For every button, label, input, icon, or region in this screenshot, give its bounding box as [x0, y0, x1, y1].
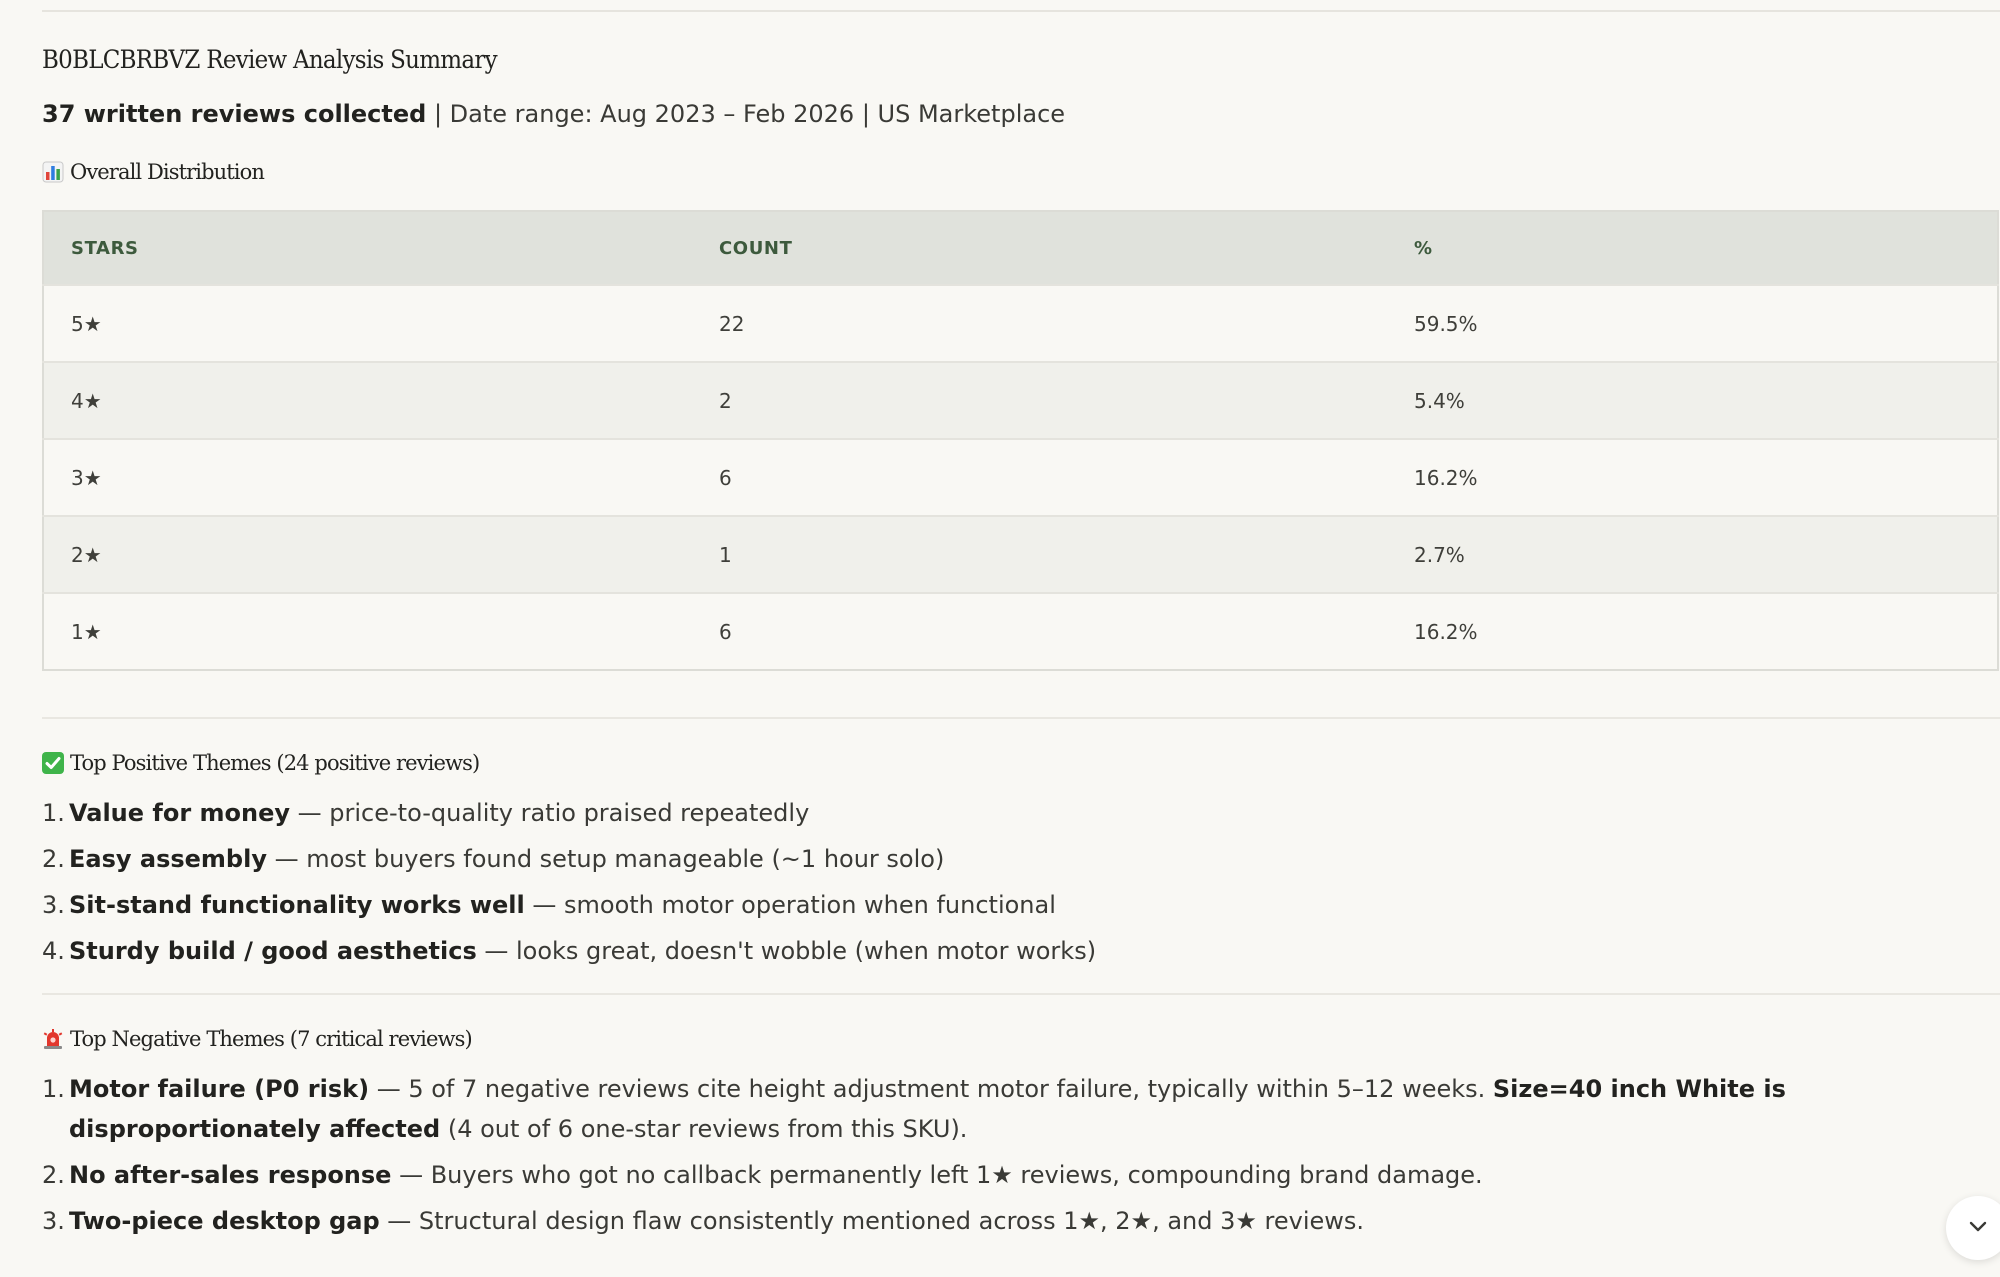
- percent-cell: 16.2%: [1387, 592, 1998, 670]
- percent-cell: 2.7%: [1387, 515, 1998, 593]
- theme-title: Motor failure (P0 risk): [69, 1075, 370, 1103]
- theme-description: — 5 of 7 negative reviews cite height ad…: [369, 1075, 1493, 1103]
- report-summary: 37 written reviews collected | Date rang…: [42, 98, 1997, 134]
- stars-cell: 3★: [43, 438, 692, 516]
- theme-description: — most buyers found setup manageable (~1…: [266, 845, 945, 873]
- list-number: 2.: [42, 1161, 65, 1189]
- scroll-down-button[interactable]: [1946, 1196, 2000, 1260]
- table-row: 3★ 6 16.2%: [43, 438, 1998, 516]
- list-number: 4.: [42, 937, 65, 965]
- count-cell: 1: [692, 515, 1387, 593]
- bar-chart-icon: [42, 161, 64, 183]
- percent-cell: 5.4%: [1387, 361, 1998, 439]
- theme-description: — looks great, doesn't wobble (when moto…: [476, 937, 1097, 965]
- list-item-text: No after-sales response — Buyers who got…: [69, 1155, 1997, 1195]
- list-item: 2. No after-sales response — Buyers who …: [42, 1155, 1997, 1195]
- list-item: 4. Sturdy build / good aesthetics — look…: [42, 931, 1997, 971]
- siren-icon: [42, 1028, 64, 1050]
- distribution-table: STARS COUNT % 5★ 22 59.5% 4★ 2 5.4% 3★ 6…: [42, 210, 1999, 671]
- list-number: 3.: [42, 891, 65, 919]
- review-count-text: 37 written reviews collected: [42, 100, 427, 128]
- positive-themes-heading-label: Top Positive Themes (24 positive reviews…: [70, 751, 480, 775]
- theme-title: No after-sales response: [69, 1161, 392, 1189]
- table-header-row: STARS COUNT %: [43, 211, 1998, 285]
- list-item-text: Easy assembly — most buyers found setup …: [69, 839, 1997, 879]
- theme-title: Sit-stand functionality works well: [69, 891, 525, 919]
- section-divider: [42, 717, 2000, 719]
- theme-description: — Structural design flaw consistently me…: [379, 1207, 1365, 1235]
- stars-cell: 1★: [43, 592, 692, 670]
- list-item: 1. Motor failure (P0 risk) — 5 of 7 nega…: [42, 1069, 1997, 1149]
- chevron-down-icon: [1966, 1214, 1990, 1242]
- list-item-text: Sturdy build / good aesthetics — looks g…: [69, 931, 1997, 971]
- negative-themes-list: 1. Motor failure (P0 risk) — 5 of 7 nega…: [42, 1069, 1997, 1241]
- table-row: 5★ 22 59.5%: [43, 284, 1998, 362]
- distribution-heading-label: Overall Distribution: [70, 160, 265, 184]
- report-title: B0BLCBRBVZ Review Analysis Summary: [42, 45, 498, 74]
- percent-cell: 16.2%: [1387, 438, 1998, 516]
- percent-cell: 59.5%: [1387, 284, 1998, 362]
- count-cell: 6: [692, 438, 1387, 516]
- theme-title: Two-piece desktop gap: [69, 1207, 380, 1235]
- list-number: 1.: [42, 799, 65, 827]
- theme-title: Value for money: [69, 799, 291, 827]
- count-cell: 22: [692, 284, 1387, 362]
- theme-note: (4 out of 6 one-star reviews from this S…: [440, 1115, 968, 1143]
- column-header-stars: STARS: [71, 237, 139, 259]
- count-cell: 2: [692, 361, 1387, 439]
- list-item: 3. Sit-stand functionality works well — …: [42, 885, 1997, 925]
- stars-cell: 2★: [43, 515, 692, 593]
- top-divider: [42, 10, 2000, 12]
- list-item: 1. Value for money — price-to-quality ra…: [42, 793, 1997, 833]
- theme-title: Sturdy build / good aesthetics: [69, 937, 477, 965]
- summary-details: | Date range: Aug 2023 – Feb 2026 | US M…: [426, 100, 1066, 128]
- list-item-text: Two-piece desktop gap — Structural desig…: [69, 1201, 1997, 1241]
- list-number: 2.: [42, 845, 65, 873]
- list-number: 3.: [42, 1207, 65, 1235]
- column-header-percent: %: [1414, 237, 1433, 259]
- list-item-text: Sit-stand functionality works well — smo…: [69, 885, 1997, 925]
- table-row: 2★ 1 2.7%: [43, 515, 1998, 593]
- page: B0BLCBRBVZ Review Analysis Summary 37 wr…: [0, 0, 2000, 1277]
- negative-themes-heading: Top Negative Themes (7 critical reviews): [42, 1023, 1997, 1055]
- positive-themes-list: 1. Value for money — price-to-quality ra…: [42, 793, 1997, 971]
- table-row: 1★ 6 16.2%: [43, 592, 1998, 670]
- list-item: 3. Two-piece desktop gap — Structural de…: [42, 1201, 1997, 1241]
- report-content: B0BLCBRBVZ Review Analysis Summary 37 wr…: [42, 40, 2000, 1247]
- column-header-count: COUNT: [719, 237, 793, 259]
- list-item-text: Motor failure (P0 risk) — 5 of 7 negativ…: [69, 1069, 1997, 1149]
- list-item: 2. Easy assembly — most buyers found set…: [42, 839, 1997, 879]
- theme-title: Easy assembly: [69, 845, 267, 873]
- table-row: 4★ 2 5.4%: [43, 361, 1998, 439]
- theme-description: — smooth motor operation when functional: [524, 891, 1056, 919]
- stars-cell: 4★: [43, 361, 692, 439]
- check-mark-icon: [42, 752, 64, 774]
- section-divider: [42, 993, 2000, 995]
- list-item-text: Value for money — price-to-quality ratio…: [69, 793, 1997, 833]
- theme-description: — Buyers who got no callback permanently…: [391, 1161, 1483, 1189]
- theme-description: — price-to-quality ratio praised repeate…: [290, 799, 810, 827]
- negative-themes-heading-label: Top Negative Themes (7 critical reviews): [70, 1027, 473, 1051]
- stars-cell: 5★: [43, 284, 692, 362]
- distribution-heading: Overall Distribution: [42, 156, 1997, 188]
- list-number: 1.: [42, 1075, 65, 1103]
- positive-themes-heading: Top Positive Themes (24 positive reviews…: [42, 747, 1997, 779]
- count-cell: 6: [692, 592, 1387, 670]
